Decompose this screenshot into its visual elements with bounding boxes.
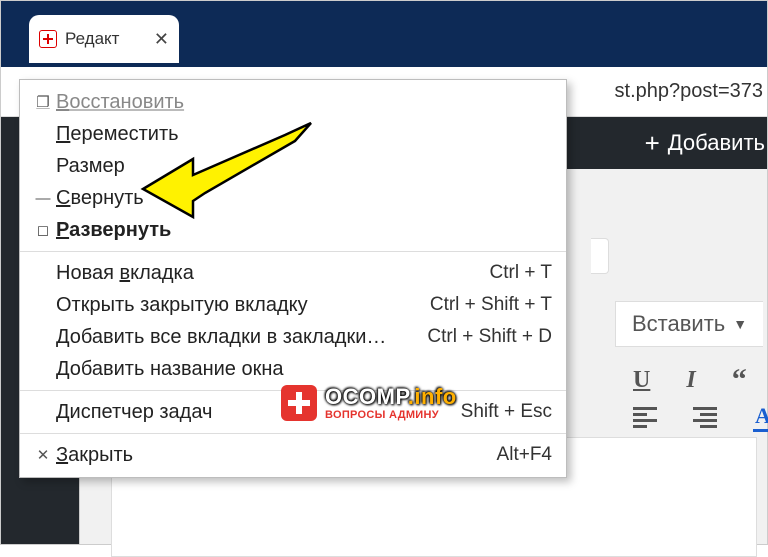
menu-task-manager[interactable]: Диспетчер задач Shift + Esc [20,396,566,428]
close-icon: ✕ [30,446,56,464]
browser-titlebar: Редакт ✕ [1,1,767,67]
menu-window-name[interactable]: Добавить название окна [20,353,566,385]
tab-title: Редакт [65,29,146,49]
align-right-button[interactable] [693,407,717,428]
minimize-icon: — [30,190,56,207]
quote-button[interactable]: “ [732,363,747,397]
menu-move[interactable]: Переместить [20,118,566,150]
underline-button[interactable]: U [633,367,650,394]
browser-tab[interactable]: Редакт ✕ [29,15,179,63]
restore-icon: ❐ [30,93,56,111]
favicon-icon [39,30,57,48]
post-title-input[interactable] [591,238,609,274]
editor-toolbar-row2: A [633,403,768,432]
editor-toolbar-row1: U I “ [633,363,747,397]
menu-bookmark-all[interactable]: Добавить все вкладки в закладки… Ctrl + … [20,321,566,353]
menu-separator [20,251,566,252]
maximize-icon: ◻ [30,221,56,239]
menu-restore: ❐ Восстановить [20,86,566,118]
shortcut: Alt+F4 [497,444,552,466]
shortcut: Shift + Esc [461,401,552,423]
shortcut: Ctrl + Shift + D [427,326,552,348]
menu-maximize[interactable]: ◻ Развернуть [20,214,566,246]
plus-icon: + [645,130,660,156]
menu-reopen-tab[interactable]: Открыть закрытую вкладку Ctrl + Shift + … [20,289,566,321]
menu-size[interactable]: Размер [20,150,566,182]
menu-minimize[interactable]: — Свернуть [20,182,566,214]
text-color-button[interactable]: A [753,403,768,432]
menu-new-tab[interactable]: Новая вкладка Ctrl + T [20,257,566,289]
url-fragment: st.php?post=373 [607,80,767,103]
insert-dropdown[interactable]: Вставить ▼ [615,301,763,347]
insert-label: Вставить [632,311,725,337]
shortcut: Ctrl + T [490,262,552,284]
window-context-menu: ❐ Восстановить Переместить Размер — Свер… [19,79,567,478]
menu-separator [20,390,566,391]
menu-separator [20,433,566,434]
italic-button[interactable]: I [686,367,695,394]
tab-close-button[interactable]: ✕ [154,29,169,50]
add-new-label: Добавить [668,130,765,156]
shortcut: Ctrl + Shift + T [430,294,552,316]
chevron-down-icon: ▼ [733,316,747,332]
add-new-button[interactable]: + Добавить [645,130,765,156]
align-left-button[interactable] [633,407,657,428]
menu-close[interactable]: ✕ Закрыть Alt+F4 [20,439,566,471]
